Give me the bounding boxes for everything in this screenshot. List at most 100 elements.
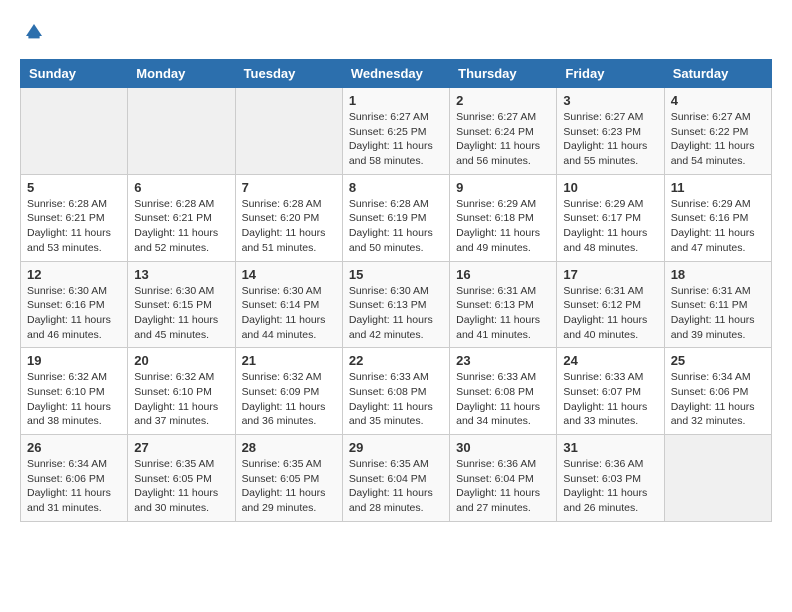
weekday-header-saturday: Saturday	[664, 60, 771, 88]
day-info: Sunrise: 6:32 AM Sunset: 6:09 PM Dayligh…	[242, 370, 336, 429]
weekday-header-monday: Monday	[128, 60, 235, 88]
day-info: Sunrise: 6:29 AM Sunset: 6:17 PM Dayligh…	[563, 197, 657, 256]
day-number: 2	[456, 93, 550, 108]
day-info: Sunrise: 6:35 AM Sunset: 6:05 PM Dayligh…	[134, 457, 228, 516]
calendar-cell: 14 Sunrise: 6:30 AM Sunset: 6:14 PM Dayli…	[235, 261, 342, 348]
day-number: 18	[671, 267, 765, 282]
weekday-header-friday: Friday	[557, 60, 664, 88]
calendar-cell: 29Sunrise: 6:35 AM Sunset: 6:04 PM Dayli…	[342, 435, 449, 522]
calendar-cell: 21 Sunrise: 6:32 AM Sunset: 6:09 PM Dayli…	[235, 348, 342, 435]
day-info: Sunrise: 6:32 AM Sunset: 6:10 PM Dayligh…	[27, 370, 121, 429]
day-number: 16	[456, 267, 550, 282]
day-number: 23	[456, 353, 550, 368]
logo-icon	[22, 20, 46, 44]
day-number: 14	[242, 267, 336, 282]
weekday-header-thursday: Thursday	[450, 60, 557, 88]
calendar-cell: 3 Sunrise: 6:27 AM Sunset: 6:23 PM Daylig…	[557, 88, 664, 175]
day-number: 28	[242, 440, 336, 455]
calendar-cell	[128, 88, 235, 175]
calendar-cell: 22 Sunrise: 6:33 AM Sunset: 6:08 PM Dayli…	[342, 348, 449, 435]
calendar-cell: 15 Sunrise: 6:30 AM Sunset: 6:13 PM Dayli…	[342, 261, 449, 348]
day-number: 4	[671, 93, 765, 108]
calendar-cell: 28 Sunrise: 6:35 AM Sunset: 6:05 PM Dayli…	[235, 435, 342, 522]
calendar-cell: 27 Sunrise: 6:35 AM Sunset: 6:05 PM Dayli…	[128, 435, 235, 522]
day-info: Sunrise: 6:35 AM Sunset: 6:04 PM Dayligh…	[349, 457, 443, 516]
day-info: Sunrise: 6:31 AM Sunset: 6:12 PM Dayligh…	[563, 284, 657, 343]
day-info: Sunrise: 6:31 AM Sunset: 6:13 PM Dayligh…	[456, 284, 550, 343]
day-number: 25	[671, 353, 765, 368]
day-number: 15	[349, 267, 443, 282]
calendar-cell	[664, 435, 771, 522]
calendar-week-row: 26Sunrise: 6:34 AM Sunset: 6:06 PM Dayli…	[21, 435, 772, 522]
calendar-cell: 31 Sunrise: 6:36 AM Sunset: 6:03 PM Dayli…	[557, 435, 664, 522]
calendar-cell: 6 Sunrise: 6:28 AM Sunset: 6:21 PM Daylig…	[128, 174, 235, 261]
calendar-week-row: 1 Sunrise: 6:27 AM Sunset: 6:25 PM Daylig…	[21, 88, 772, 175]
day-info: Sunrise: 6:36 AM Sunset: 6:03 PM Dayligh…	[563, 457, 657, 516]
calendar-cell	[21, 88, 128, 175]
calendar-cell: 18Sunrise: 6:31 AM Sunset: 6:11 PM Dayli…	[664, 261, 771, 348]
calendar-cell: 30 Sunrise: 6:36 AM Sunset: 6:04 PM Dayli…	[450, 435, 557, 522]
day-info: Sunrise: 6:30 AM Sunset: 6:15 PM Dayligh…	[134, 284, 228, 343]
calendar-cell: 8Sunrise: 6:28 AM Sunset: 6:19 PM Daylig…	[342, 174, 449, 261]
calendar-cell: 9 Sunrise: 6:29 AM Sunset: 6:18 PM Daylig…	[450, 174, 557, 261]
calendar-cell: 19 Sunrise: 6:32 AM Sunset: 6:10 PM Dayli…	[21, 348, 128, 435]
day-info: Sunrise: 6:27 AM Sunset: 6:23 PM Dayligh…	[563, 110, 657, 169]
day-info: Sunrise: 6:33 AM Sunset: 6:08 PM Dayligh…	[456, 370, 550, 429]
day-number: 19	[27, 353, 121, 368]
day-info: Sunrise: 6:30 AM Sunset: 6:16 PM Dayligh…	[27, 284, 121, 343]
day-number: 17	[563, 267, 657, 282]
day-number: 26	[27, 440, 121, 455]
calendar-cell: 10 Sunrise: 6:29 AM Sunset: 6:17 PM Dayli…	[557, 174, 664, 261]
calendar-week-row: 5Sunrise: 6:28 AM Sunset: 6:21 PM Daylig…	[21, 174, 772, 261]
day-number: 24	[563, 353, 657, 368]
day-info: Sunrise: 6:30 AM Sunset: 6:14 PM Dayligh…	[242, 284, 336, 343]
calendar-cell: 23 Sunrise: 6:33 AM Sunset: 6:08 PM Dayli…	[450, 348, 557, 435]
calendar-week-row: 19 Sunrise: 6:32 AM Sunset: 6:10 PM Dayli…	[21, 348, 772, 435]
day-info: Sunrise: 6:30 AM Sunset: 6:13 PM Dayligh…	[349, 284, 443, 343]
calendar-cell: 25 Sunrise: 6:34 AM Sunset: 6:06 PM Dayli…	[664, 348, 771, 435]
day-number: 3	[563, 93, 657, 108]
day-info: Sunrise: 6:28 AM Sunset: 6:20 PM Dayligh…	[242, 197, 336, 256]
calendar-cell: 5Sunrise: 6:28 AM Sunset: 6:21 PM Daylig…	[21, 174, 128, 261]
day-number: 6	[134, 180, 228, 195]
calendar-cell: 4 Sunrise: 6:27 AM Sunset: 6:22 PM Daylig…	[664, 88, 771, 175]
day-info: Sunrise: 6:28 AM Sunset: 6:21 PM Dayligh…	[134, 197, 228, 256]
calendar-cell	[235, 88, 342, 175]
day-info: Sunrise: 6:28 AM Sunset: 6:21 PM Dayligh…	[27, 197, 121, 256]
day-number: 11	[671, 180, 765, 195]
calendar-cell: 11 Sunrise: 6:29 AM Sunset: 6:16 PM Dayli…	[664, 174, 771, 261]
day-number: 21	[242, 353, 336, 368]
calendar-cell: 1 Sunrise: 6:27 AM Sunset: 6:25 PM Daylig…	[342, 88, 449, 175]
calendar-table: SundayMondayTuesdayWednesdayThursdayFrid…	[20, 59, 772, 522]
day-info: Sunrise: 6:29 AM Sunset: 6:16 PM Dayligh…	[671, 197, 765, 256]
day-number: 30	[456, 440, 550, 455]
day-number: 20	[134, 353, 228, 368]
calendar-cell: 2 Sunrise: 6:27 AM Sunset: 6:24 PM Daylig…	[450, 88, 557, 175]
calendar-cell: 17 Sunrise: 6:31 AM Sunset: 6:12 PM Dayli…	[557, 261, 664, 348]
calendar-cell: 26Sunrise: 6:34 AM Sunset: 6:06 PM Dayli…	[21, 435, 128, 522]
day-info: Sunrise: 6:35 AM Sunset: 6:05 PM Dayligh…	[242, 457, 336, 516]
day-number: 1	[349, 93, 443, 108]
day-number: 8	[349, 180, 443, 195]
day-number: 22	[349, 353, 443, 368]
day-info: Sunrise: 6:32 AM Sunset: 6:10 PM Dayligh…	[134, 370, 228, 429]
day-number: 7	[242, 180, 336, 195]
day-number: 31	[563, 440, 657, 455]
day-info: Sunrise: 6:36 AM Sunset: 6:04 PM Dayligh…	[456, 457, 550, 516]
day-info: Sunrise: 6:29 AM Sunset: 6:18 PM Dayligh…	[456, 197, 550, 256]
day-number: 9	[456, 180, 550, 195]
calendar-cell: 12 Sunrise: 6:30 AM Sunset: 6:16 PM Dayli…	[21, 261, 128, 348]
day-info: Sunrise: 6:34 AM Sunset: 6:06 PM Dayligh…	[671, 370, 765, 429]
day-info: Sunrise: 6:33 AM Sunset: 6:08 PM Dayligh…	[349, 370, 443, 429]
weekday-header-wednesday: Wednesday	[342, 60, 449, 88]
day-number: 10	[563, 180, 657, 195]
day-info: Sunrise: 6:27 AM Sunset: 6:22 PM Dayligh…	[671, 110, 765, 169]
calendar-cell: 7 Sunrise: 6:28 AM Sunset: 6:20 PM Daylig…	[235, 174, 342, 261]
calendar-cell: 13Sunrise: 6:30 AM Sunset: 6:15 PM Dayli…	[128, 261, 235, 348]
day-info: Sunrise: 6:27 AM Sunset: 6:25 PM Dayligh…	[349, 110, 443, 169]
day-number: 12	[27, 267, 121, 282]
weekday-header-sunday: Sunday	[21, 60, 128, 88]
day-info: Sunrise: 6:27 AM Sunset: 6:24 PM Dayligh…	[456, 110, 550, 169]
calendar-cell: 16 Sunrise: 6:31 AM Sunset: 6:13 PM Dayli…	[450, 261, 557, 348]
day-number: 27	[134, 440, 228, 455]
